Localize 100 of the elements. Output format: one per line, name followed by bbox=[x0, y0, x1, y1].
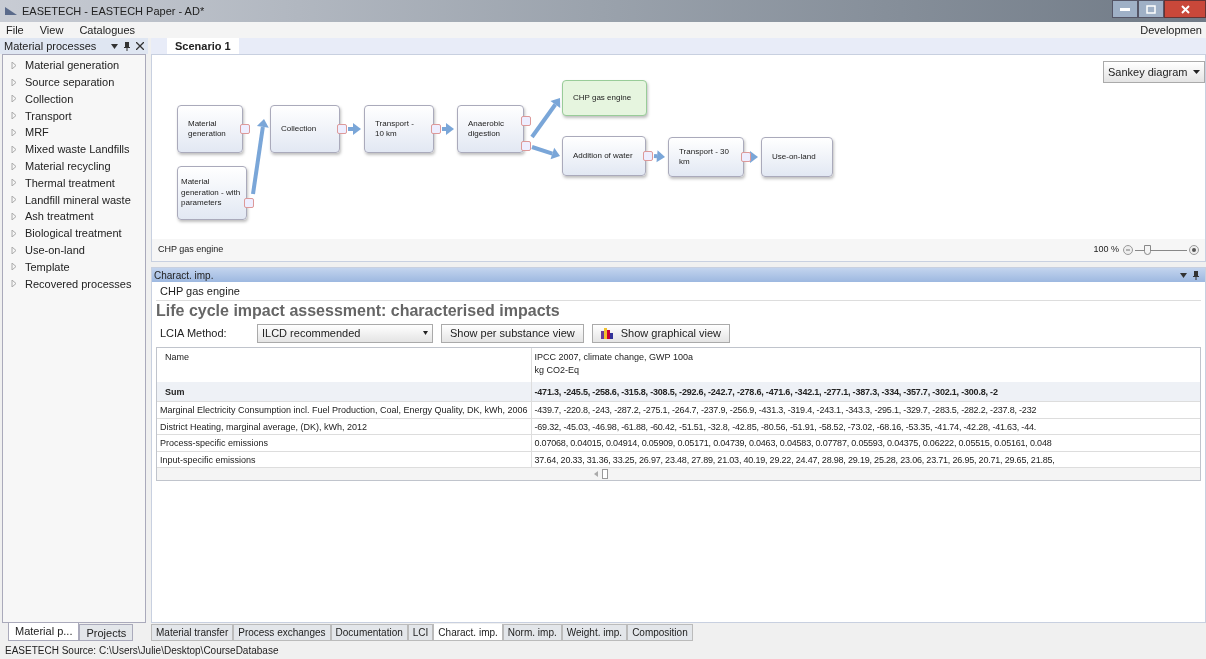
expand-arrow-icon[interactable] bbox=[11, 179, 17, 187]
menu-item[interactable]: View bbox=[37, 21, 66, 39]
tree-item[interactable]: Ash treatment bbox=[25, 208, 94, 225]
table-cell: Process-specific emissions bbox=[157, 435, 532, 452]
output-port bbox=[431, 124, 441, 134]
close-button[interactable] bbox=[1164, 0, 1206, 18]
expand-arrow-icon[interactable] bbox=[11, 145, 17, 153]
panel-tab[interactable]: Norm. imp. bbox=[502, 624, 562, 641]
expand-arrow-icon[interactable] bbox=[11, 229, 17, 237]
dropdown-icon[interactable] bbox=[1180, 272, 1187, 278]
process-node[interactable]: Material generation bbox=[177, 105, 243, 153]
process-node[interactable]: Use-on-land bbox=[761, 137, 833, 177]
table-cell: -439.7, -220.8, -243, -287.2, -275.1, -264.7, -237.9, -256.9, -431.3, -319.4, -243.1, -343.3, -295.1, -329.7, -283.5, -282.2, -237.8, -232 bbox=[531, 402, 1200, 419]
view-dropdown[interactable]: Sankey diagram bbox=[1103, 61, 1205, 83]
expand-arrow-icon[interactable] bbox=[11, 78, 17, 86]
minimize-button[interactable] bbox=[1112, 0, 1138, 18]
close-icon bbox=[1180, 4, 1190, 14]
menu-item[interactable]: Catalogues bbox=[77, 21, 138, 39]
expand-arrow-icon[interactable] bbox=[11, 95, 17, 103]
output-port bbox=[521, 141, 531, 151]
panel-tab[interactable]: Material transfer bbox=[151, 624, 234, 641]
method-dropdown[interactable]: ILCD recommended bbox=[257, 323, 433, 343]
output-port bbox=[240, 124, 250, 134]
close-icon[interactable] bbox=[136, 42, 144, 50]
zoom-in-icon[interactable] bbox=[1189, 245, 1199, 255]
dropdown-icon bbox=[423, 331, 428, 335]
panel-tab[interactable]: Weight. imp. bbox=[561, 624, 628, 641]
process-node[interactable]: Collection bbox=[270, 105, 340, 153]
flow-arrow bbox=[348, 123, 361, 135]
expand-arrow-icon[interactable] bbox=[11, 112, 17, 120]
bar-chart-icon bbox=[600, 327, 613, 339]
process-node[interactable]: Addition of water bbox=[562, 136, 646, 176]
tree-item[interactable]: Material recycling bbox=[25, 157, 111, 175]
panel-title: Charact. imp. bbox=[154, 268, 215, 283]
view-button[interactable]: Show per substance view bbox=[441, 323, 584, 343]
pin-icon[interactable] bbox=[124, 41, 130, 51]
tree-item[interactable]: Thermal treatment bbox=[25, 174, 115, 192]
minimize-icon bbox=[1120, 7, 1130, 11]
expand-arrow-icon[interactable] bbox=[11, 61, 17, 69]
panel-tab[interactable]: Material p... bbox=[8, 623, 80, 641]
expand-arrow-icon[interactable] bbox=[11, 280, 17, 288]
tree-item[interactable]: Collection bbox=[25, 90, 74, 108]
expand-arrow-icon[interactable] bbox=[11, 213, 17, 221]
table-cell: Marginal Electricity Consumption incl. Fuel Production, Coal, Energy Quality, DK, kWh, 2006 bbox=[157, 402, 532, 419]
process-node[interactable]: CHP gas engine bbox=[562, 80, 647, 116]
tree-item[interactable]: MRF bbox=[25, 124, 49, 141]
process-node[interactable]: Transport - 10 km bbox=[364, 105, 434, 153]
process-node[interactable]: Transport - 30 km bbox=[668, 137, 744, 177]
sum-values: -471.3, -245.5, -258.6, -315.8, -308.5, -292.6, -242.7, -278.6, -471.6, -342.1, -277.1, -387.3, -334, -357.7, -302.1, -300.8, -2 bbox=[531, 382, 1200, 402]
expand-arrow-icon[interactable] bbox=[11, 246, 17, 254]
slider-thumb[interactable] bbox=[1144, 245, 1151, 255]
panel-tab[interactable]: Charact. imp. bbox=[433, 624, 503, 641]
zoom-reading: 100 % bbox=[1093, 243, 1119, 257]
tree-item[interactable]: Landfill mineral waste bbox=[25, 191, 131, 208]
flow-arrow bbox=[442, 123, 454, 135]
output-port bbox=[741, 152, 751, 162]
flow-arrow bbox=[653, 150, 665, 163]
output-port bbox=[643, 151, 653, 161]
unit-label: kg CO2-Eq bbox=[534, 364, 581, 377]
process-name: CHP gas engine bbox=[156, 282, 1201, 301]
expand-arrow-icon[interactable] bbox=[11, 129, 17, 137]
panel-tab[interactable]: Process exchanges bbox=[233, 624, 331, 641]
maximize-icon bbox=[1146, 4, 1156, 14]
tree-item[interactable]: Material generation bbox=[25, 57, 120, 74]
panel-tab[interactable]: Composition bbox=[627, 624, 693, 641]
table-cell: -69.32, -45.03, -46.98, -61.88, -60.42, -51.51, -32.8, -42.85, -80.56, -51.91, -58.52, -73.02, -68.16, -53.35, -41.74, -42.28, -41.63, -44. bbox=[531, 418, 1200, 435]
process-node[interactable]: Material generation - with parameters bbox=[177, 166, 247, 220]
zoom-out-icon[interactable] bbox=[1123, 245, 1133, 255]
panel-tab[interactable]: Projects bbox=[79, 624, 134, 641]
scenario-tab[interactable]: Scenario 1 bbox=[167, 38, 239, 54]
pin-icon[interactable] bbox=[1193, 270, 1199, 280]
expand-arrow-icon[interactable] bbox=[11, 196, 17, 204]
output-port bbox=[337, 124, 347, 134]
tree-item[interactable]: Source separation bbox=[25, 73, 115, 91]
tree-item[interactable]: Biological treatment bbox=[25, 225, 122, 242]
menu-item[interactable]: File bbox=[4, 21, 26, 39]
flow-arrow bbox=[530, 98, 561, 139]
expand-arrow-icon[interactable] bbox=[11, 162, 17, 170]
panel-tab[interactable]: Documentation bbox=[330, 624, 408, 641]
scrollbar-thumb[interactable] bbox=[602, 469, 608, 479]
zoom-slider[interactable] bbox=[1135, 245, 1187, 255]
panel-tab[interactable]: LCI bbox=[407, 624, 434, 641]
tree-item[interactable]: Transport bbox=[25, 107, 72, 125]
tree-item[interactable]: Mixed waste Landfills bbox=[25, 141, 130, 158]
selected-process-label: CHP gas engine bbox=[158, 243, 224, 257]
table-cell: 0.07068, 0.04015, 0.04914, 0.05909, 0.05171, 0.04739, 0.0463, 0.04583, 0.07787, 0.05593, 0.04375, 0.06222, 0.05515, 0.05161, 0.048 bbox=[531, 435, 1200, 452]
process-node[interactable]: Anaerobic digestion bbox=[457, 105, 524, 153]
output-port bbox=[244, 198, 254, 208]
app-icon bbox=[4, 5, 18, 17]
view-button[interactable]: Show graphical view bbox=[591, 323, 730, 343]
sum-label: Sum bbox=[157, 382, 532, 402]
dropdown-icon[interactable] bbox=[111, 43, 118, 49]
scroll-left-icon[interactable] bbox=[594, 471, 599, 477]
method-label: LCIA Method: bbox=[160, 325, 228, 341]
expand-arrow-icon[interactable] bbox=[11, 263, 17, 271]
maximize-button[interactable] bbox=[1138, 0, 1164, 18]
tree-item[interactable]: Template bbox=[25, 258, 70, 276]
tree-item[interactable]: Recovered processes bbox=[25, 275, 132, 292]
tree-item[interactable]: Use-on-land bbox=[25, 241, 85, 259]
menu-item[interactable]: Developmen bbox=[1140, 21, 1202, 39]
